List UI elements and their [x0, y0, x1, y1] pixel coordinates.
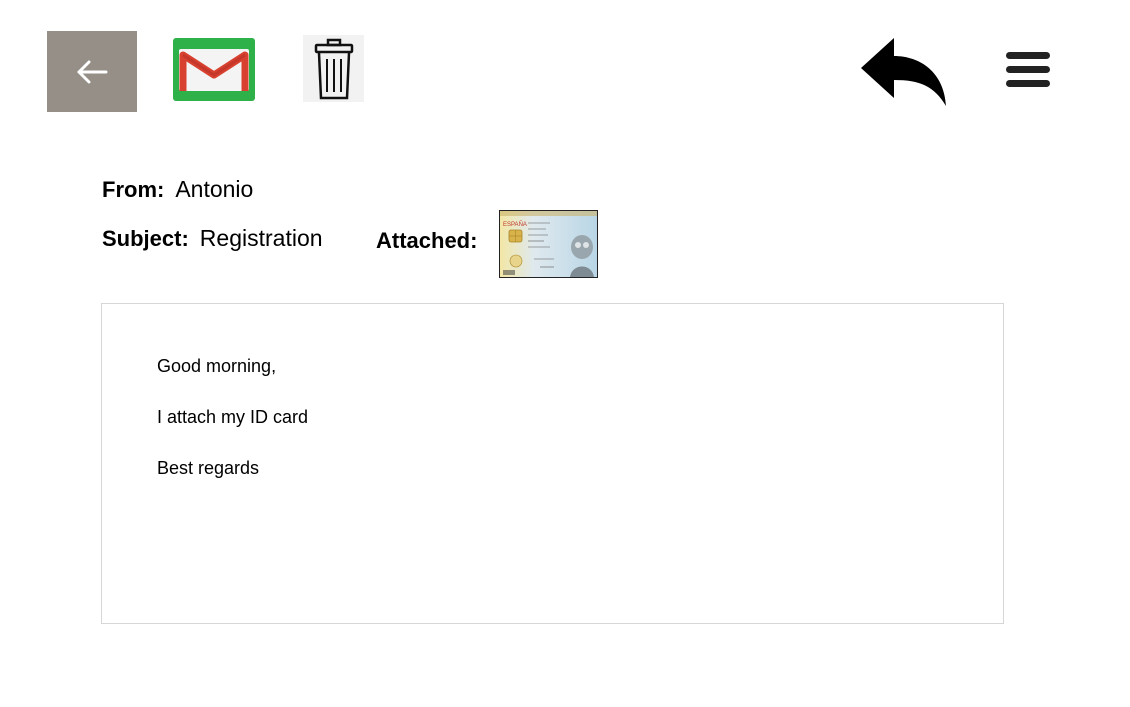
- arrow-left-icon: [77, 60, 108, 83]
- id-card-thumbnail: ESPAÑA: [500, 211, 597, 277]
- attached-label: Attached:: [376, 228, 478, 253]
- hamburger-menu-icon: [1006, 52, 1050, 87]
- from-value: Antonio: [175, 176, 254, 202]
- trash-icon: [314, 38, 353, 99]
- delete-button[interactable]: [303, 35, 364, 102]
- email-view: From: Antonio Subject: Registration Attach…: [0, 0, 1130, 707]
- message-body: Good morning, I attach my ID card Best r…: [101, 303, 1004, 624]
- subject-value: Registration: [199, 225, 323, 251]
- from-label: From:: [102, 177, 165, 202]
- menu-button[interactable]: [1003, 50, 1053, 90]
- attachment-thumbnail[interactable]: ESPAÑA: [499, 210, 598, 278]
- body-line: I attach my ID card: [157, 407, 309, 427]
- id-card-country-text: ESPAÑA: [503, 221, 527, 228]
- attached-row: Attached:: [376, 228, 477, 254]
- from-row: From: Antonio: [102, 176, 253, 203]
- reply-button[interactable]: [858, 36, 950, 108]
- subject-label: Subject:: [102, 226, 189, 251]
- reply-arrow-icon: [861, 38, 946, 106]
- body-line: Good morning,: [157, 356, 277, 376]
- body-line: Best regards: [157, 458, 260, 478]
- gmail-button[interactable]: [173, 38, 255, 101]
- subject-row: Subject: Registration: [102, 225, 323, 252]
- back-button[interactable]: [47, 31, 137, 112]
- gmail-icon: [179, 48, 249, 91]
